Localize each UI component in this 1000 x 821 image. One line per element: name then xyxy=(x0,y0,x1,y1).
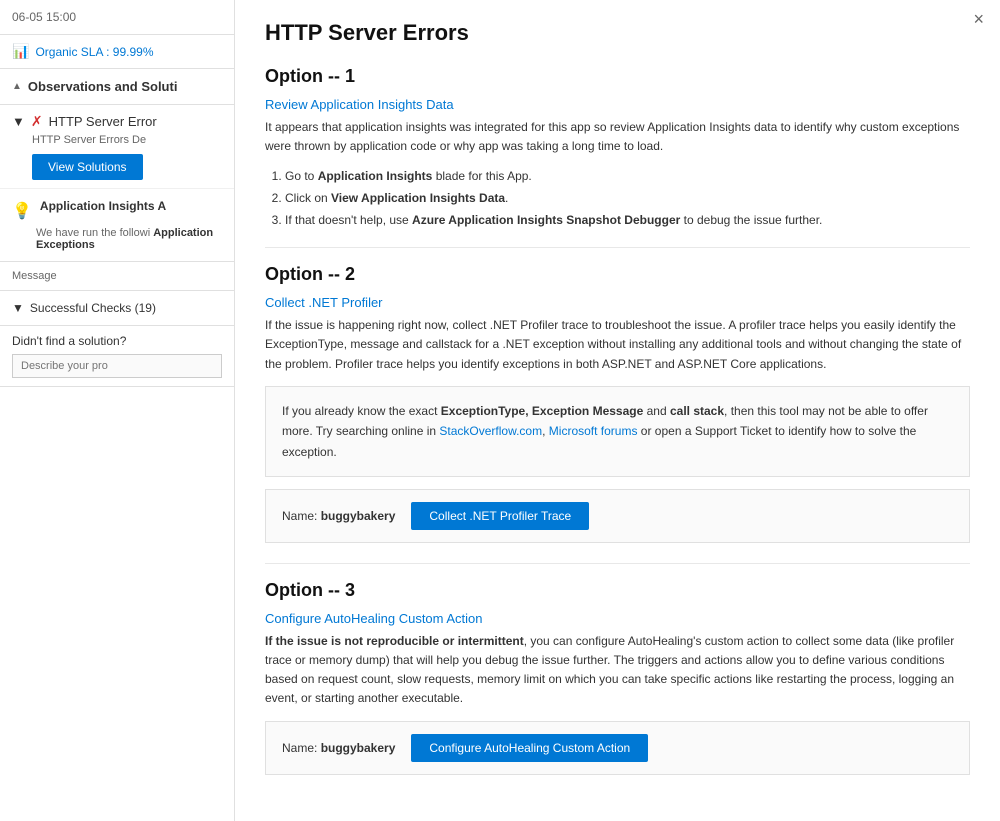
observations-section-header[interactable]: ▲ Observations and Soluti xyxy=(0,69,234,105)
option2-desc: If the issue is happening right now, col… xyxy=(265,316,970,374)
option2-name-label: Name: buggybakery xyxy=(282,509,395,523)
option1-title: Option -- 1 xyxy=(265,66,970,87)
checks-label: Successful Checks (19) xyxy=(30,301,156,315)
option3-action-row: Name: buggybakery Configure AutoHealing … xyxy=(265,721,970,775)
describe-input[interactable] xyxy=(12,354,222,378)
date-text: 06-05 15:00 xyxy=(12,10,76,24)
microsoft-forums-link[interactable]: Microsoft forums xyxy=(549,424,638,438)
http-error-item: ▼ ✗ HTTP Server Error HTTP Server Errors… xyxy=(0,105,234,189)
option3-title: Option -- 3 xyxy=(265,580,970,601)
chart-icon: 📊 xyxy=(12,43,29,60)
option-1-section: Option -- 1 Review Application Insights … xyxy=(265,66,970,231)
ai-desc-prefix: We have run the followi xyxy=(36,227,150,239)
close-button[interactable]: × xyxy=(973,10,984,28)
option1-step3: If that doesn't help, use Azure Applicat… xyxy=(285,210,970,232)
option1-step2: Click on View Application Insights Data. xyxy=(285,188,970,210)
stackoverflow-link[interactable]: StackOverflow.com xyxy=(439,424,542,438)
option1-subtitle: Review Application Insights Data xyxy=(265,97,970,112)
chevron-up-icon: ▲ xyxy=(12,81,22,92)
option2-name-value: buggybakery xyxy=(321,509,396,523)
option1-steps: Go to Application Insights blade for thi… xyxy=(285,166,970,231)
successful-checks[interactable]: ▼ Successful Checks (19) xyxy=(0,291,234,326)
option-2-section: Option -- 2 Collect .NET Profiler If the… xyxy=(265,264,970,543)
sla-bar: 📊 Organic SLA : 99.99% xyxy=(0,35,234,69)
date-header: 06-05 15:00 xyxy=(0,0,234,35)
option3-name-label: Name: buggybakery xyxy=(282,741,395,755)
solution-label: Didn't find a solution? xyxy=(12,334,222,348)
app-insights-desc: We have run the followi Application Exce… xyxy=(36,227,222,251)
message-label: Message xyxy=(12,270,57,282)
view-solutions-button[interactable]: View Solutions xyxy=(32,154,143,180)
solution-section: Didn't find a solution? xyxy=(0,326,234,387)
chevron-down-icon-checks: ▼ xyxy=(12,301,24,315)
message-row: Message xyxy=(0,262,234,291)
option3-desc: If the issue is not reproducible or inte… xyxy=(265,632,970,709)
option2-info-box: If you already know the exact ExceptionT… xyxy=(265,386,970,477)
observations-title: Observations and Soluti xyxy=(28,79,178,94)
sla-label: Organic SLA : 99.99% xyxy=(35,45,153,59)
option2-action-row: Name: buggybakery Collect .NET Profiler … xyxy=(265,489,970,543)
option1-step1: Go to Application Insights blade for thi… xyxy=(285,166,970,188)
chevron-down-icon: ▼ xyxy=(12,114,25,129)
collect-profiler-button[interactable]: Collect .NET Profiler Trace xyxy=(411,502,589,530)
option3-desc-bold: If the issue is not reproducible or inte… xyxy=(265,634,524,648)
configure-autohealing-button[interactable]: Configure AutoHealing Custom Action xyxy=(411,734,648,762)
bulb-icon: 💡 xyxy=(12,201,32,221)
option-3-section: Option -- 3 Configure AutoHealing Custom… xyxy=(265,580,970,775)
error-circle-icon: ✗ xyxy=(31,113,43,130)
app-insights-section: 💡 Application Insights A We have run the… xyxy=(0,189,234,262)
option2-title: Option -- 2 xyxy=(265,264,970,285)
option2-subtitle: Collect .NET Profiler xyxy=(265,295,970,310)
option3-name-value: buggybakery xyxy=(321,741,396,755)
option3-subtitle: Configure AutoHealing Custom Action xyxy=(265,611,970,626)
option1-desc: It appears that application insights was… xyxy=(265,118,970,156)
http-error-title: HTTP Server Error xyxy=(49,114,157,129)
panel-main-title: HTTP Server Errors xyxy=(265,20,970,46)
right-panel: × HTTP Server Errors Option -- 1 Review … xyxy=(235,0,1000,821)
http-error-desc: HTTP Server Errors De xyxy=(32,134,222,146)
app-insights-title: Application Insights A xyxy=(40,199,166,213)
left-panel: 06-05 15:00 📊 Organic SLA : 99.99% ▲ Obs… xyxy=(0,0,235,821)
